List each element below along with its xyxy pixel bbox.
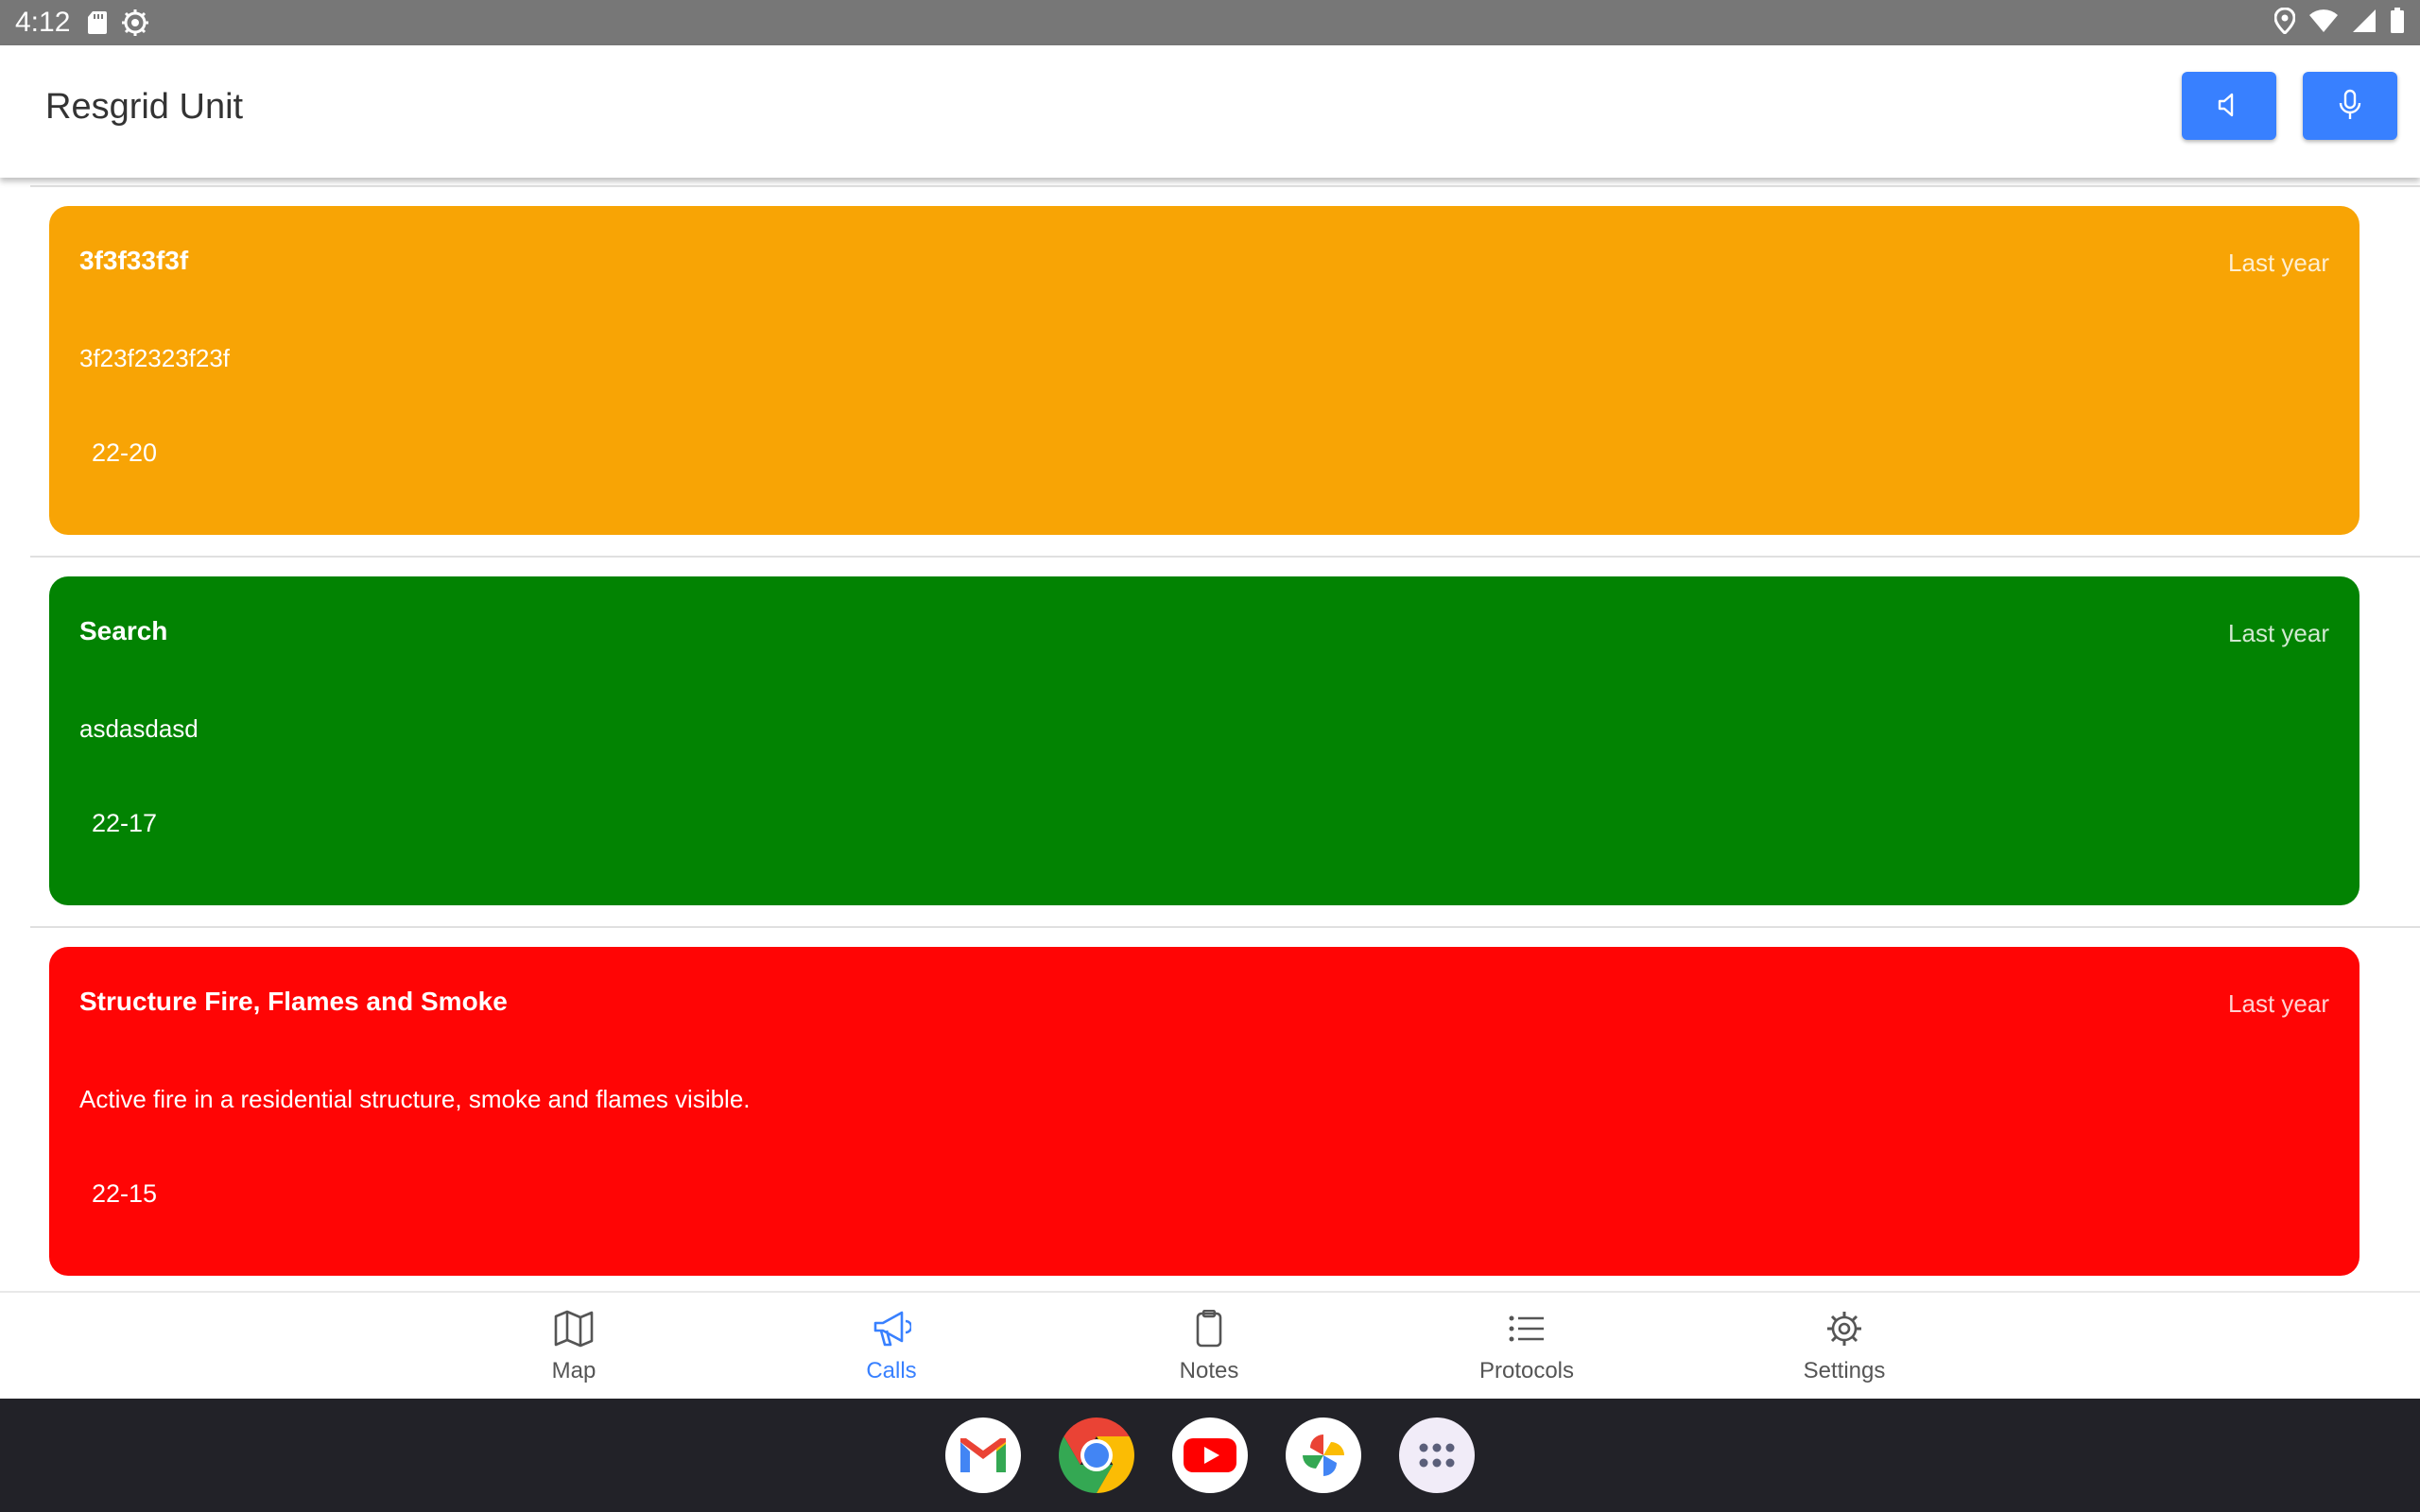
gear-icon [1824, 1310, 1864, 1352]
list-item: Search Last year asdasdasd 22-17 [30, 556, 2420, 926]
tab-map[interactable]: Map [479, 1310, 668, 1395]
youtube-app-icon[interactable] [1172, 1418, 1248, 1493]
tab-calls[interactable]: Calls [797, 1310, 986, 1395]
call-description: asdasdasd [79, 714, 199, 743]
photos-app-icon[interactable] [1286, 1418, 1361, 1493]
call-list: 3f3f33f3f Last year 3f23f2323f23f 22-20 … [0, 178, 2420, 1293]
sd-card-icon [87, 10, 108, 35]
speaker-button[interactable] [2182, 72, 2276, 140]
call-name: 3f3f33f3f [79, 246, 189, 275]
status-icons-right [2273, 6, 2405, 39]
tab-label: Map [551, 1358, 596, 1383]
battery-icon [2390, 7, 2405, 39]
list-icon [1507, 1310, 1547, 1352]
app-dock [0, 1399, 2420, 1512]
status-time: 4:12 [15, 7, 71, 38]
call-card[interactable]: Search Last year asdasdasd 22-17 [49, 576, 2360, 905]
tab-label: Settings [1803, 1358, 1886, 1383]
call-time: Last year [2228, 249, 2329, 277]
list-item: 3f3f33f3f Last year 3f23f2323f23f 22-20 [30, 185, 2420, 556]
call-description: Active fire in a residential structure, … [79, 1085, 751, 1113]
tab-protocols[interactable]: Protocols [1432, 1310, 1621, 1395]
page-title: Resgrid Unit [45, 87, 244, 127]
speaker-icon [2217, 92, 2241, 121]
app-drawer-icon[interactable] [1399, 1418, 1475, 1493]
megaphone-icon [872, 1310, 913, 1352]
call-time: Last year [2228, 989, 2329, 1018]
microphone-icon [2338, 89, 2362, 124]
wifi-icon [2308, 9, 2339, 38]
location-icon [2273, 6, 2296, 39]
cell-signal-icon [2352, 9, 2377, 38]
call-number: 22-20 [92, 438, 158, 467]
tab-label: Protocols [1478, 1358, 1575, 1383]
tab-label: Notes [1179, 1358, 1239, 1383]
clipboard-icon [1189, 1309, 1229, 1352]
call-name: Search [79, 616, 168, 645]
call-description: 3f23f2323f23f [79, 344, 231, 372]
call-number: 22-15 [92, 1179, 158, 1208]
tab-notes[interactable]: Notes [1115, 1309, 1304, 1395]
microphone-button[interactable] [2303, 72, 2397, 140]
call-number: 22-17 [92, 809, 158, 837]
list-item: Structure Fire, Flames and Smoke Last ye… [30, 926, 2420, 1293]
gmail-app-icon[interactable] [945, 1418, 1021, 1493]
call-card[interactable]: Structure Fire, Flames and Smoke Last ye… [49, 947, 2360, 1276]
call-card[interactable]: 3f3f33f3f Last year 3f23f2323f23f 22-20 [49, 206, 2360, 535]
call-time: Last year [2228, 619, 2329, 647]
chrome-app-icon[interactable] [1059, 1418, 1134, 1493]
call-name: Structure Fire, Flames and Smoke [79, 987, 508, 1016]
settings-gear-status-icon [121, 9, 149, 37]
tab-settings[interactable]: Settings [1750, 1310, 1939, 1395]
bottom-tab-bar: Map Calls Notes Protocols Settings [0, 1291, 2420, 1399]
tab-label: Calls [866, 1358, 917, 1383]
map-icon [554, 1310, 594, 1352]
status-bar: 4:12 [0, 0, 2420, 45]
app-header: Resgrid Unit [0, 45, 2420, 178]
